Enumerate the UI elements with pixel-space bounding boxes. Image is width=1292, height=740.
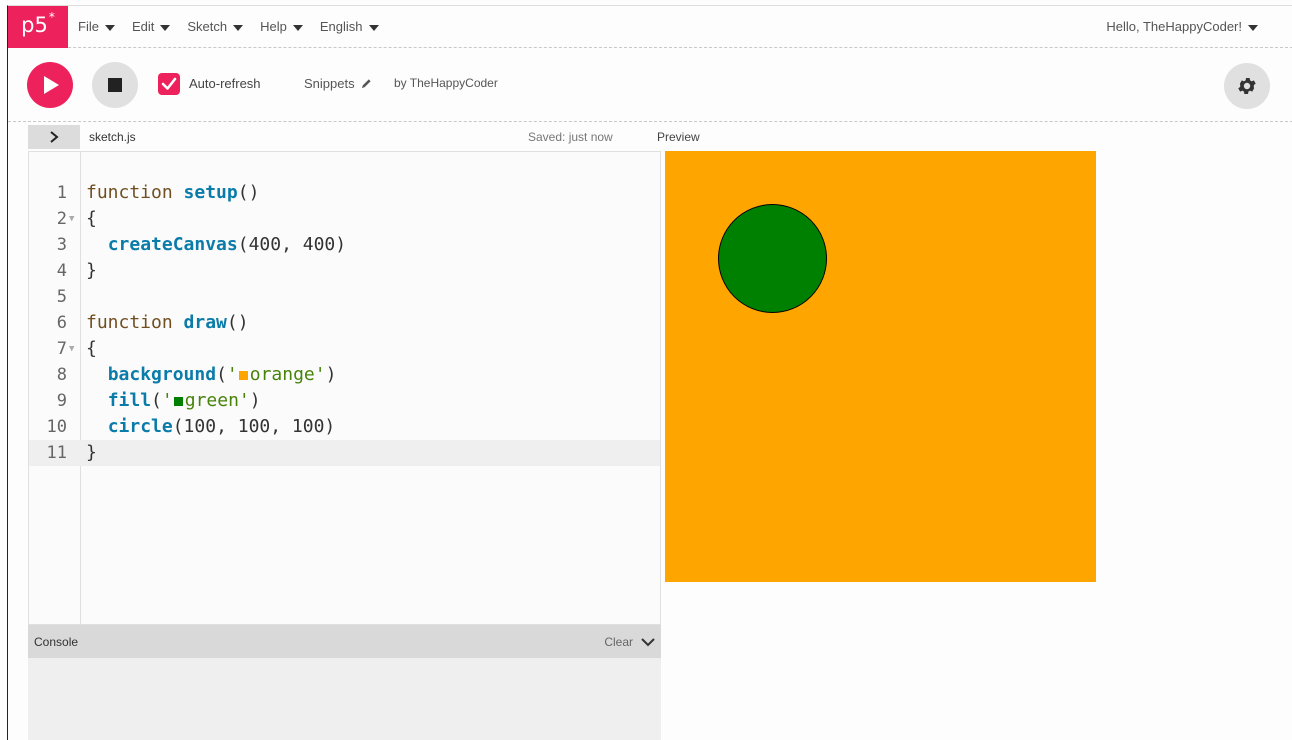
color-swatch-orange	[238, 370, 248, 380]
code-line[interactable]: 2 ▼{	[29, 206, 660, 232]
preview-label: Preview	[657, 130, 700, 144]
code-line[interactable]: 4}	[29, 258, 660, 284]
preview-canvas[interactable]	[665, 151, 1096, 582]
save-status: Saved: just now	[528, 130, 613, 144]
chevron-down-icon[interactable]	[641, 637, 655, 647]
menu-file[interactable]: File	[78, 19, 115, 34]
caret-down-icon	[233, 24, 244, 31]
toolbar: Auto-refresh Snippets by TheHappyCoder	[8, 48, 1292, 122]
fold-icon[interactable]: ▼	[69, 336, 74, 362]
menu-edit[interactable]: Edit	[132, 19, 171, 34]
line-number: 7	[56, 339, 67, 359]
collapse-sidebar-button[interactable]	[28, 125, 80, 149]
line-number: 2	[56, 209, 67, 229]
caret-down-icon	[292, 24, 303, 31]
line-number: 9	[56, 391, 67, 411]
chevron-right-icon	[50, 131, 59, 143]
console-output[interactable]	[28, 658, 661, 740]
caret-down-icon	[160, 24, 171, 31]
sketch-name[interactable]: Snippets	[304, 76, 372, 91]
menu-language[interactable]: English	[320, 19, 379, 34]
line-number: 5	[56, 287, 67, 307]
user-menu[interactable]: Hello, TheHappyCoder!	[1106, 19, 1258, 34]
gear-icon	[1238, 78, 1256, 94]
p5-logo[interactable]: p5 *	[8, 6, 68, 48]
line-number: 3	[56, 235, 67, 255]
line-number: 1	[56, 183, 67, 203]
line-number: 6	[56, 313, 67, 333]
user-greeting: Hello, TheHappyCoder!	[1106, 19, 1242, 34]
stop-button[interactable]	[92, 62, 138, 108]
line-number: 11	[46, 443, 67, 463]
code-line[interactable]: 10 circle(100, 100, 100)	[29, 414, 660, 440]
settings-button[interactable]	[1224, 63, 1270, 109]
code-line[interactable]: 7 ▼{	[29, 336, 660, 362]
caret-down-icon	[368, 24, 379, 31]
caret-down-icon	[104, 24, 115, 31]
author-label: by TheHappyCoder	[394, 76, 498, 90]
menu-sketch[interactable]: Sketch	[187, 19, 244, 34]
stop-icon	[108, 78, 122, 92]
code-line[interactable]: 1 function setup()	[29, 180, 660, 206]
menu-help[interactable]: Help	[260, 19, 303, 34]
line-number: 10	[46, 417, 67, 437]
code-lines[interactable]: 1 function setup() 2 ▼{ 3 createCanvas(400…	[29, 180, 660, 466]
code-line[interactable]: 9 fill(' green')	[29, 388, 660, 414]
auto-refresh-checkbox[interactable]	[158, 73, 180, 95]
console-label: Console	[34, 634, 79, 649]
green-circle	[718, 204, 827, 313]
file-name[interactable]: sketch.js	[89, 130, 136, 144]
code-line[interactable]: 8 background(' orange')	[29, 362, 660, 388]
code-line[interactable]: 5	[29, 284, 660, 310]
auto-refresh-label[interactable]: Auto-refresh	[189, 76, 261, 91]
fold-icon[interactable]: ▼	[69, 206, 74, 232]
line-number: 4	[56, 261, 67, 281]
code-editor[interactable]: 1 function setup() 2 ▼{ 3 createCanvas(400…	[28, 151, 661, 625]
code-line[interactable]: 6 function draw()	[29, 310, 660, 336]
code-line-active[interactable]: 11}	[29, 440, 660, 466]
play-button[interactable]	[27, 62, 73, 108]
line-number: 8	[56, 365, 67, 385]
play-icon	[44, 76, 59, 94]
code-line[interactable]: 3 createCanvas(400, 400)	[29, 232, 660, 258]
nav-bar: p5 * File Edit Sketch Help English Hello,…	[8, 6, 1292, 48]
main-menu: File Edit Sketch Help English	[78, 19, 396, 34]
console-clear-button[interactable]: Clear	[604, 635, 655, 649]
pencil-icon[interactable]	[361, 78, 372, 89]
console-header: Console Clear	[28, 625, 661, 658]
checkmark-icon	[161, 77, 177, 90]
caret-down-icon	[1248, 24, 1258, 31]
app-window: p5 * File Edit Sketch Help English Hello,…	[7, 5, 1292, 740]
color-swatch-green	[173, 396, 183, 406]
